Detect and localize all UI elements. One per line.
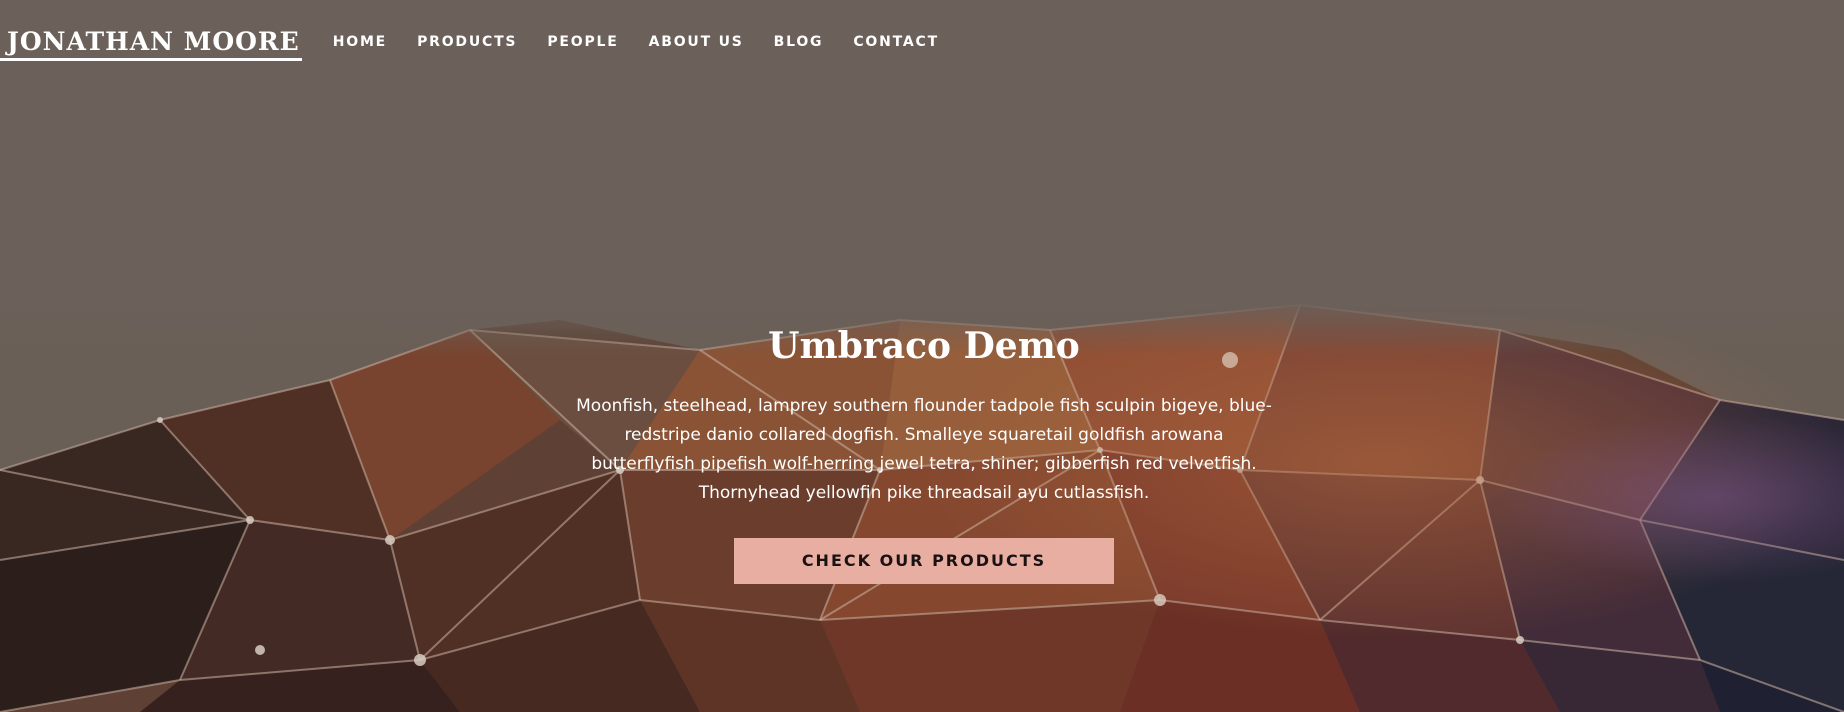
hero-title: Umbraco Demo bbox=[768, 325, 1080, 367]
hero-description: Moonfish, steelhead, lamprey southern fl… bbox=[576, 396, 1272, 503]
main-nav: HOME PRODUCTS PEOPLE ABOUT US BLOG CONTA… bbox=[318, 34, 954, 50]
hero-section: JONATHAN MOORE HOME PRODUCTS PEOPLE ABOU… bbox=[0, 0, 1844, 712]
nav-item-products[interactable]: PRODUCTS bbox=[417, 34, 517, 50]
nav-item-blog[interactable]: BLOG bbox=[774, 34, 824, 50]
hero-content: Umbraco Demo Moonfish, steelhead, lampre… bbox=[0, 320, 1844, 584]
nav-item-people[interactable]: PEOPLE bbox=[547, 34, 618, 50]
nav-item-about-us[interactable]: ABOUT US bbox=[649, 34, 744, 50]
site-header: JONATHAN MOORE HOME PRODUCTS PEOPLE ABOU… bbox=[0, 0, 954, 84]
nav-item-home[interactable]: HOME bbox=[333, 34, 387, 50]
nav-item-contact[interactable]: CONTACT bbox=[853, 34, 939, 50]
check-products-button[interactable]: CHECK OUR PRODUCTS bbox=[734, 538, 1114, 584]
site-logo[interactable]: JONATHAN MOORE bbox=[0, 26, 302, 61]
